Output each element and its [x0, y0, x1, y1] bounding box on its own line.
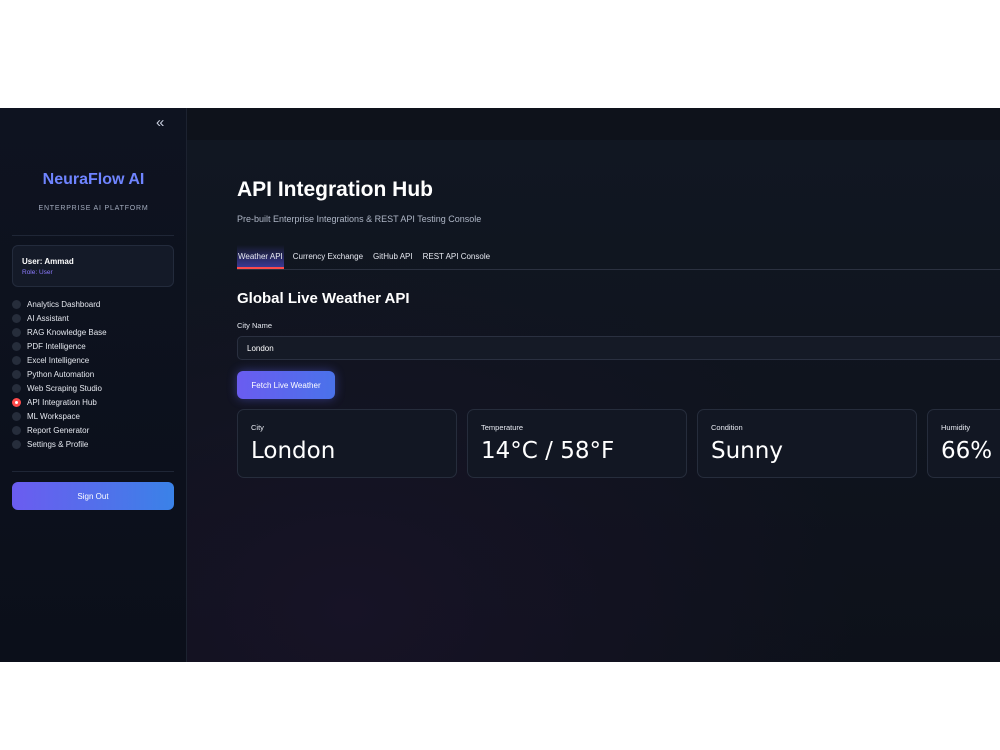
sidebar-item-report-generator[interactable]: Report Generator — [12, 423, 177, 437]
sidebar-nav: Analytics Dashboard AI Assistant RAG Kno… — [12, 297, 177, 451]
sidebar-item-label: PDF Intelligence — [27, 341, 86, 351]
tab-weather-api[interactable]: Weather API — [237, 245, 284, 269]
sidebar-item-label: Analytics Dashboard — [27, 299, 101, 309]
sidebar-item-label: Excel Intelligence — [27, 355, 90, 365]
city-field-label: City Name — [237, 321, 273, 330]
brand-logo: NeuraFlow AI — [42, 171, 145, 188]
top-bar — [187, 108, 1000, 140]
collapse-sidebar-icon[interactable]: « — [156, 114, 164, 131]
tab-bar: Weather API Currency Exchange GitHub API… — [237, 245, 1000, 270]
section-title: Global Live Weather API — [237, 290, 410, 307]
page-subtitle: Pre-built Enterprise Integrations & REST… — [237, 214, 482, 224]
sidebar-item-label: RAG Knowledge Base — [27, 327, 107, 337]
sidebar-item-label: API Integration Hub — [27, 397, 97, 407]
fetch-live-weather-button[interactable]: Fetch Live Weather — [237, 371, 335, 399]
radio-icon — [12, 341, 21, 351]
radio-icon — [12, 369, 21, 379]
page-title: API Integration Hub — [237, 178, 433, 201]
radio-icon — [12, 355, 21, 365]
sidebar-item-label: AI Assistant — [27, 313, 69, 323]
sidebar-item-label: Web Scraping Studio — [27, 383, 103, 393]
radio-icon — [12, 383, 21, 393]
metric-value: London — [251, 438, 336, 464]
radio-icon — [12, 411, 21, 421]
metric-value: 66% — [941, 438, 993, 464]
sidebar-item-label: Report Generator — [27, 425, 90, 435]
sidebar-item-label: ML Workspace — [27, 411, 80, 421]
main-content: API Integration Hub Pre-built Enterprise… — [187, 140, 1000, 662]
sidebar-item-label: Settings & Profile — [27, 439, 89, 449]
tab-currency-exchange[interactable]: Currency Exchange — [288, 245, 368, 269]
user-role: Role: User — [22, 269, 53, 276]
metric-card-temperature: Temperature 14°C / 58°F — [467, 409, 687, 478]
city-name-input[interactable] — [237, 336, 1000, 360]
metric-label: Condition — [711, 423, 743, 432]
radio-icon — [12, 327, 21, 337]
sidebar-item-excel-intelligence[interactable]: Excel Intelligence — [12, 353, 177, 367]
sidebar-item-ai-assistant[interactable]: AI Assistant — [12, 311, 177, 325]
sidebar-item-pdf-intelligence[interactable]: PDF Intelligence — [12, 339, 177, 353]
sign-out-button[interactable]: Sign Out — [12, 482, 174, 510]
sidebar-item-web-scraping-studio[interactable]: Web Scraping Studio — [12, 381, 177, 395]
metric-card-humidity: Humidity 66% — [927, 409, 1000, 478]
divider — [12, 235, 174, 236]
sidebar-item-api-integration-hub[interactable]: API Integration Hub — [12, 395, 177, 409]
metric-label: Humidity — [941, 423, 971, 432]
divider — [12, 471, 174, 472]
sidebar-item-analytics-dashboard[interactable]: Analytics Dashboard — [12, 297, 177, 311]
metric-value: 14°C / 58°F — [481, 438, 615, 464]
metric-label: Temperature — [481, 423, 524, 432]
tab-rest-api-console[interactable]: REST API Console — [418, 245, 495, 269]
sidebar-item-rag-knowledge-base[interactable]: RAG Knowledge Base — [12, 325, 177, 339]
radio-icon — [12, 439, 21, 449]
sidebar-item-ml-workspace[interactable]: ML Workspace — [12, 409, 177, 423]
sidebar-item-settings-profile[interactable]: Settings & Profile — [12, 437, 177, 451]
radio-icon — [12, 299, 21, 309]
brand-subtitle: ENTERPRISE AI PLATFORM — [38, 205, 149, 212]
metric-value: Sunny — [711, 438, 783, 464]
sidebar: « NeuraFlow AI ENTERPRISE AI PLATFORM Us… — [0, 108, 187, 662]
user-card: User: Ammad Role: User — [12, 245, 174, 287]
metric-label: City — [251, 423, 264, 432]
radio-icon — [12, 313, 21, 323]
metric-card-city: City London — [237, 409, 457, 478]
tab-github-api[interactable]: GitHub API — [368, 245, 418, 269]
radio-icon — [12, 425, 21, 435]
radio-selected-icon — [12, 397, 21, 407]
sidebar-item-python-automation[interactable]: Python Automation — [12, 367, 177, 381]
metric-card-condition: Condition Sunny — [697, 409, 917, 478]
app-window: « NeuraFlow AI ENTERPRISE AI PLATFORM Us… — [0, 108, 1000, 662]
user-name: User: Ammad — [22, 257, 74, 266]
sidebar-item-label: Python Automation — [27, 369, 95, 379]
